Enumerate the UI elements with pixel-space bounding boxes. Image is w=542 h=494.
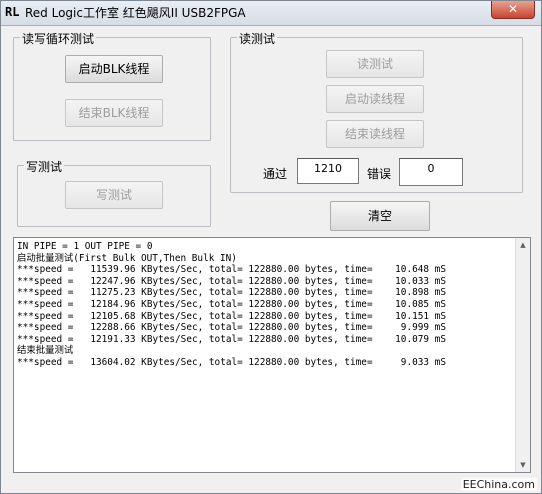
log-line: IN PIPE = 1 OUT PIPE = 0 (17, 241, 153, 252)
pass-count-field[interactable]: 1210 (297, 158, 359, 184)
clear-button[interactable]: 清空 (330, 201, 430, 231)
start-blk-thread-button[interactable]: 启动BLK线程 (65, 55, 163, 83)
log-line: ***speed = 12191.33 KBytes/Sec, total= 1… (17, 333, 446, 345)
log-line: 结束批量测试 (17, 345, 74, 357)
pass-count-label: 通过 (263, 167, 288, 181)
write-test-button[interactable]: 写测试 (65, 181, 163, 209)
log-line: ***speed = 13604.02 KBytes/Sec, total= 1… (17, 356, 446, 368)
close-button[interactable]: ✕ (491, 1, 535, 19)
read-test-label: 读测试 (237, 30, 278, 47)
error-count-field[interactable]: 0 (399, 158, 463, 186)
error-count-label: 错误 (367, 167, 392, 181)
scroll-up-icon[interactable]: ▲ (516, 238, 530, 252)
watermark: EEChina.com (460, 478, 537, 491)
log-line: ***speed = 12184.96 KBytes/Sec, total= 1… (17, 298, 446, 310)
log-text: IN PIPE = 1 OUT PIPE = 0 启动批量测试(First Bul… (17, 241, 514, 469)
app-window: RL Red Logic工作室 红色飓风II USB2FPGA ✕ 读写循环测试… (0, 0, 542, 494)
start-read-thread-button[interactable]: 启动读线程 (326, 85, 424, 113)
log-output[interactable]: IN PIPE = 1 OUT PIPE = 0 启动批量测试(First Bul… (13, 237, 531, 473)
log-scrollbar[interactable]: ▲ ▼ (515, 238, 530, 472)
log-line: 启动批量测试(First Bulk OUT,Then Bulk IN) (17, 252, 237, 264)
log-line: ***speed = 12288.66 KBytes/Sec, total= 1… (17, 322, 446, 334)
log-line: ***speed = 11275.23 KBytes/Sec, total= 1… (17, 287, 446, 299)
log-line: ***speed = 11539.96 KBytes/Sec, total= 1… (17, 264, 446, 276)
stop-read-thread-button[interactable]: 结束读线程 (326, 120, 424, 148)
scroll-down-icon[interactable]: ▼ (516, 458, 530, 472)
write-test-label: 写测试 (24, 158, 65, 175)
log-line: ***speed = 12247.96 KBytes/Sec, total= 1… (17, 275, 446, 287)
stop-blk-thread-button[interactable]: 结束BLK线程 (65, 99, 163, 127)
rw-loop-test-label: 读写循环测试 (20, 30, 97, 47)
read-test-button[interactable]: 读测试 (326, 50, 424, 78)
window-title: Red Logic工作室 红色飓风II USB2FPGA (25, 6, 246, 20)
app-logo-icon: RL (5, 5, 20, 19)
title-bar[interactable]: RL Red Logic工作室 红色飓风II USB2FPGA ✕ (1, 1, 541, 26)
log-line: ***speed = 12105.68 KBytes/Sec, total= 1… (17, 310, 446, 322)
